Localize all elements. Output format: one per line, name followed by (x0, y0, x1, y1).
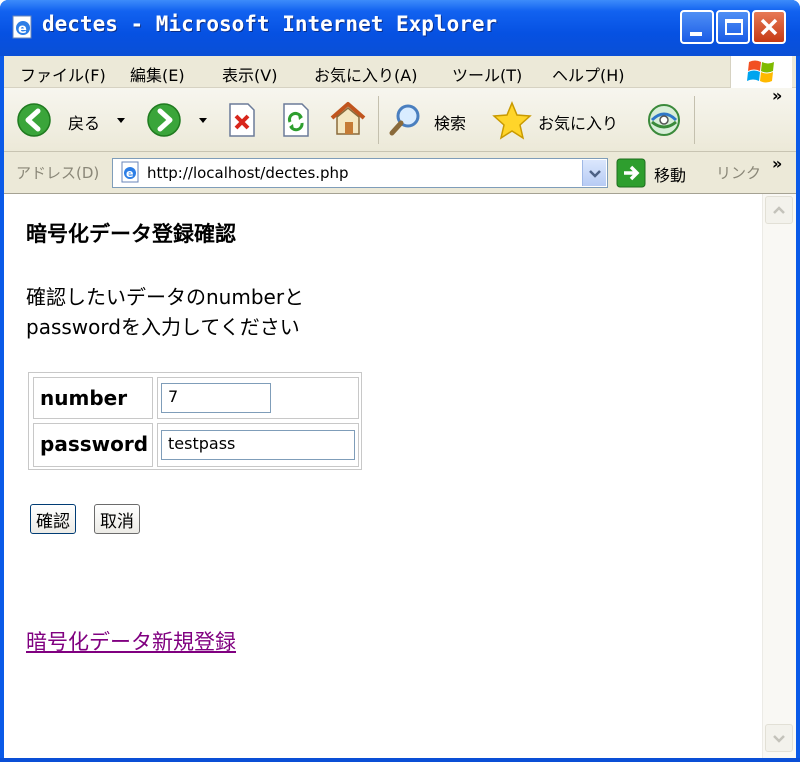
search-label: 検索 (434, 114, 467, 133)
menu-tools[interactable]: ツール(T) (452, 62, 522, 86)
favorites-label: お気に入り (538, 114, 619, 133)
address-url: http://localhost/dectes.php (147, 164, 349, 182)
chevron-up-icon (773, 206, 785, 214)
page-icon: e (121, 161, 139, 183)
go-button[interactable]: 移動 (654, 162, 686, 186)
page-title: 暗号化データ登録確認 (26, 222, 236, 246)
back-arrow-icon (17, 103, 51, 137)
menu-edit[interactable]: 編集(E) (130, 62, 185, 86)
windows-logo (730, 56, 792, 88)
links-overflow-chevron[interactable]: » (772, 154, 782, 173)
title-bar: e dectes - Microsoft Internet Explorer (0, 0, 800, 56)
toolbar-overflow-chevron[interactable]: » (772, 86, 782, 105)
credentials-table: number 7 password testpass (28, 372, 362, 470)
close-icon (760, 18, 778, 36)
number-input-cell: 7 (157, 377, 359, 419)
address-input[interactable]: e http://localhost/dectes.php (112, 158, 608, 188)
number-input[interactable]: 7 (161, 383, 271, 413)
go-arrow-icon[interactable] (616, 158, 646, 188)
password-label-cell: password (33, 423, 153, 467)
stop-icon[interactable] (226, 102, 258, 138)
forward-dropdown-icon[interactable] (198, 117, 208, 125)
password-input-cell: testpass (157, 423, 359, 467)
password-label: password (40, 432, 149, 456)
confirm-button[interactable]: 確認 (30, 504, 76, 534)
number-label: number (40, 386, 128, 410)
password-input[interactable]: testpass (161, 430, 355, 460)
number-label-cell: number (33, 377, 153, 419)
star-icon (492, 101, 532, 140)
menu-favorites[interactable]: お気に入り(A) (314, 62, 417, 86)
back-label: 戻る (68, 114, 101, 133)
address-label: アドレス(D) (16, 164, 100, 182)
scroll-down-button[interactable] (765, 724, 793, 752)
browser-window: e dectes - Microsoft Internet Explorer フ… (0, 0, 800, 762)
maximize-button[interactable] (716, 10, 750, 44)
search-button[interactable]: 検索 (388, 102, 484, 138)
toolbar-separator (694, 96, 695, 144)
menu-view[interactable]: 表示(V) (222, 62, 277, 86)
links-button[interactable]: リンク (716, 162, 761, 183)
favorites-button[interactable]: お気に入り (492, 100, 638, 140)
instructions-line-1: 確認したいデータのnumberと (26, 285, 305, 309)
close-button[interactable] (752, 10, 786, 44)
back-dropdown-icon[interactable] (116, 117, 126, 125)
chevron-down-icon (773, 735, 785, 743)
svg-text:e: e (126, 167, 133, 180)
search-icon (389, 104, 420, 136)
instructions-line-2: passwordを入力してください (26, 315, 300, 339)
forward-arrow-icon[interactable] (146, 102, 182, 138)
menu-help[interactable]: ヘルプ(H) (552, 62, 625, 86)
cancel-button[interactable]: 取消 (94, 504, 140, 534)
new-registration-link[interactable]: 暗号化データ新規登録 (26, 626, 236, 656)
chevron-down-icon (589, 170, 601, 178)
vertical-scrollbar[interactable] (762, 194, 796, 758)
window-bottom-border (0, 758, 800, 762)
menu-file[interactable]: ファイル(F) (20, 62, 106, 86)
back-button[interactable]: 戻る (16, 102, 124, 138)
ie-page-icon: e (12, 15, 32, 39)
svg-text:e: e (18, 22, 27, 37)
scroll-up-button[interactable] (765, 196, 793, 224)
home-icon[interactable] (328, 100, 368, 138)
instructions-text: 確認したいデータのnumberと passwordを入力してください (26, 282, 366, 342)
toolbar-separator (378, 96, 379, 144)
minimize-button[interactable] (680, 10, 714, 44)
toolbar: 戻る 検索 お気に入り » (4, 86, 796, 152)
menu-bar: ファイル(F) 編集(E) 表示(V) お気に入り(A) ツール(T) ヘルプ(… (4, 56, 796, 88)
address-bar: アドレス(D) e http://localhost/dectes.php 移動… (4, 152, 796, 194)
page-content: 暗号化データ登録確認 確認したいデータのnumberと passwordを入力し… (4, 194, 762, 758)
windows-flag-icon (747, 60, 774, 83)
window-title: dectes - Microsoft Internet Explorer (42, 12, 498, 36)
media-icon[interactable] (644, 100, 684, 140)
refresh-icon[interactable] (280, 102, 312, 138)
address-dropdown-button[interactable] (582, 160, 606, 186)
